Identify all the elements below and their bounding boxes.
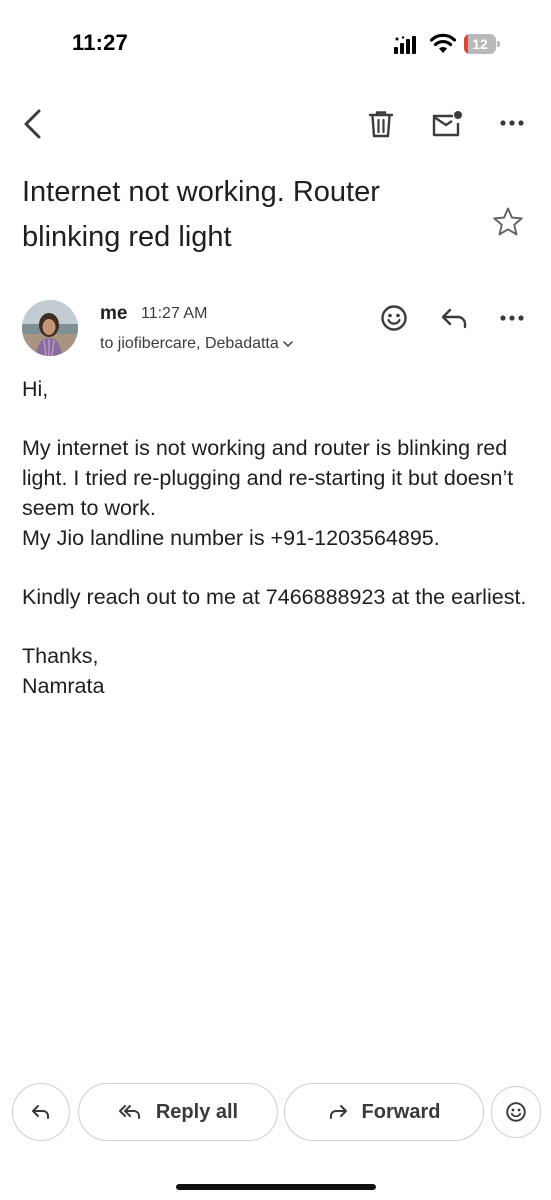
forward-icon [329,1105,347,1119]
emoji-icon [506,1102,526,1122]
star-button[interactable] [488,202,528,242]
body-paragraph: My Jio landline number is +91-1203564895… [22,526,440,550]
star-icon [493,207,523,236]
body-signature: Namrata [22,674,105,698]
message-more-button[interactable] [492,303,532,333]
email-subject: Internet not working. Router blinking re… [22,176,380,253]
trash-icon [368,111,394,138]
reply-icon [32,1105,49,1119]
sender-avatar[interactable] [22,300,78,356]
sent-time: 11:27 AM [141,305,208,322]
mark-unread-button[interactable] [427,104,467,144]
mark-unread-icon [432,111,462,137]
reply-icon [441,308,467,329]
emoji-reaction-button[interactable] [491,1086,541,1138]
recipients-toggle[interactable]: to jiofibercare, Debadatta [100,335,293,353]
avatar-photo [22,300,78,356]
back-icon [24,109,41,139]
sender-name: me [100,303,128,324]
more-icon [500,120,524,126]
reply-all-icon [118,1105,140,1119]
body-greeting: Hi, [22,377,49,401]
reply-all-button[interactable]: Reply all [78,1083,278,1141]
status-time: 11:27 [72,30,129,55]
cellular-signal-icon [394,36,416,54]
battery-icon: 12 [464,34,500,54]
add-reaction-button[interactable] [374,298,414,338]
chevron-down-icon [283,341,293,347]
recipients-label: to jiofibercare, Debadatta [100,335,279,352]
reply-all-label: Reply all [155,1100,239,1123]
body-signoff: Thanks, [22,644,99,668]
forward-button[interactable]: Forward [284,1083,484,1141]
home-indicator[interactable] [176,1184,376,1190]
more-options-button[interactable] [492,108,532,138]
more-icon [500,315,524,321]
delete-button[interactable] [362,104,400,144]
reply-pill-button[interactable] [12,1083,70,1141]
body-paragraph: Kindly reach out to me at 7466888923 at … [22,585,527,609]
forward-label: Forward [361,1100,441,1123]
reply-button[interactable] [432,298,476,338]
battery-level: 12 [472,36,488,52]
email-body: Hi, My internet is not working and route… [22,374,532,701]
back-button[interactable] [14,102,50,146]
wifi-icon [430,33,456,53]
body-paragraph: My internet is not working and router is… [22,436,514,520]
emoji-icon [381,305,407,331]
